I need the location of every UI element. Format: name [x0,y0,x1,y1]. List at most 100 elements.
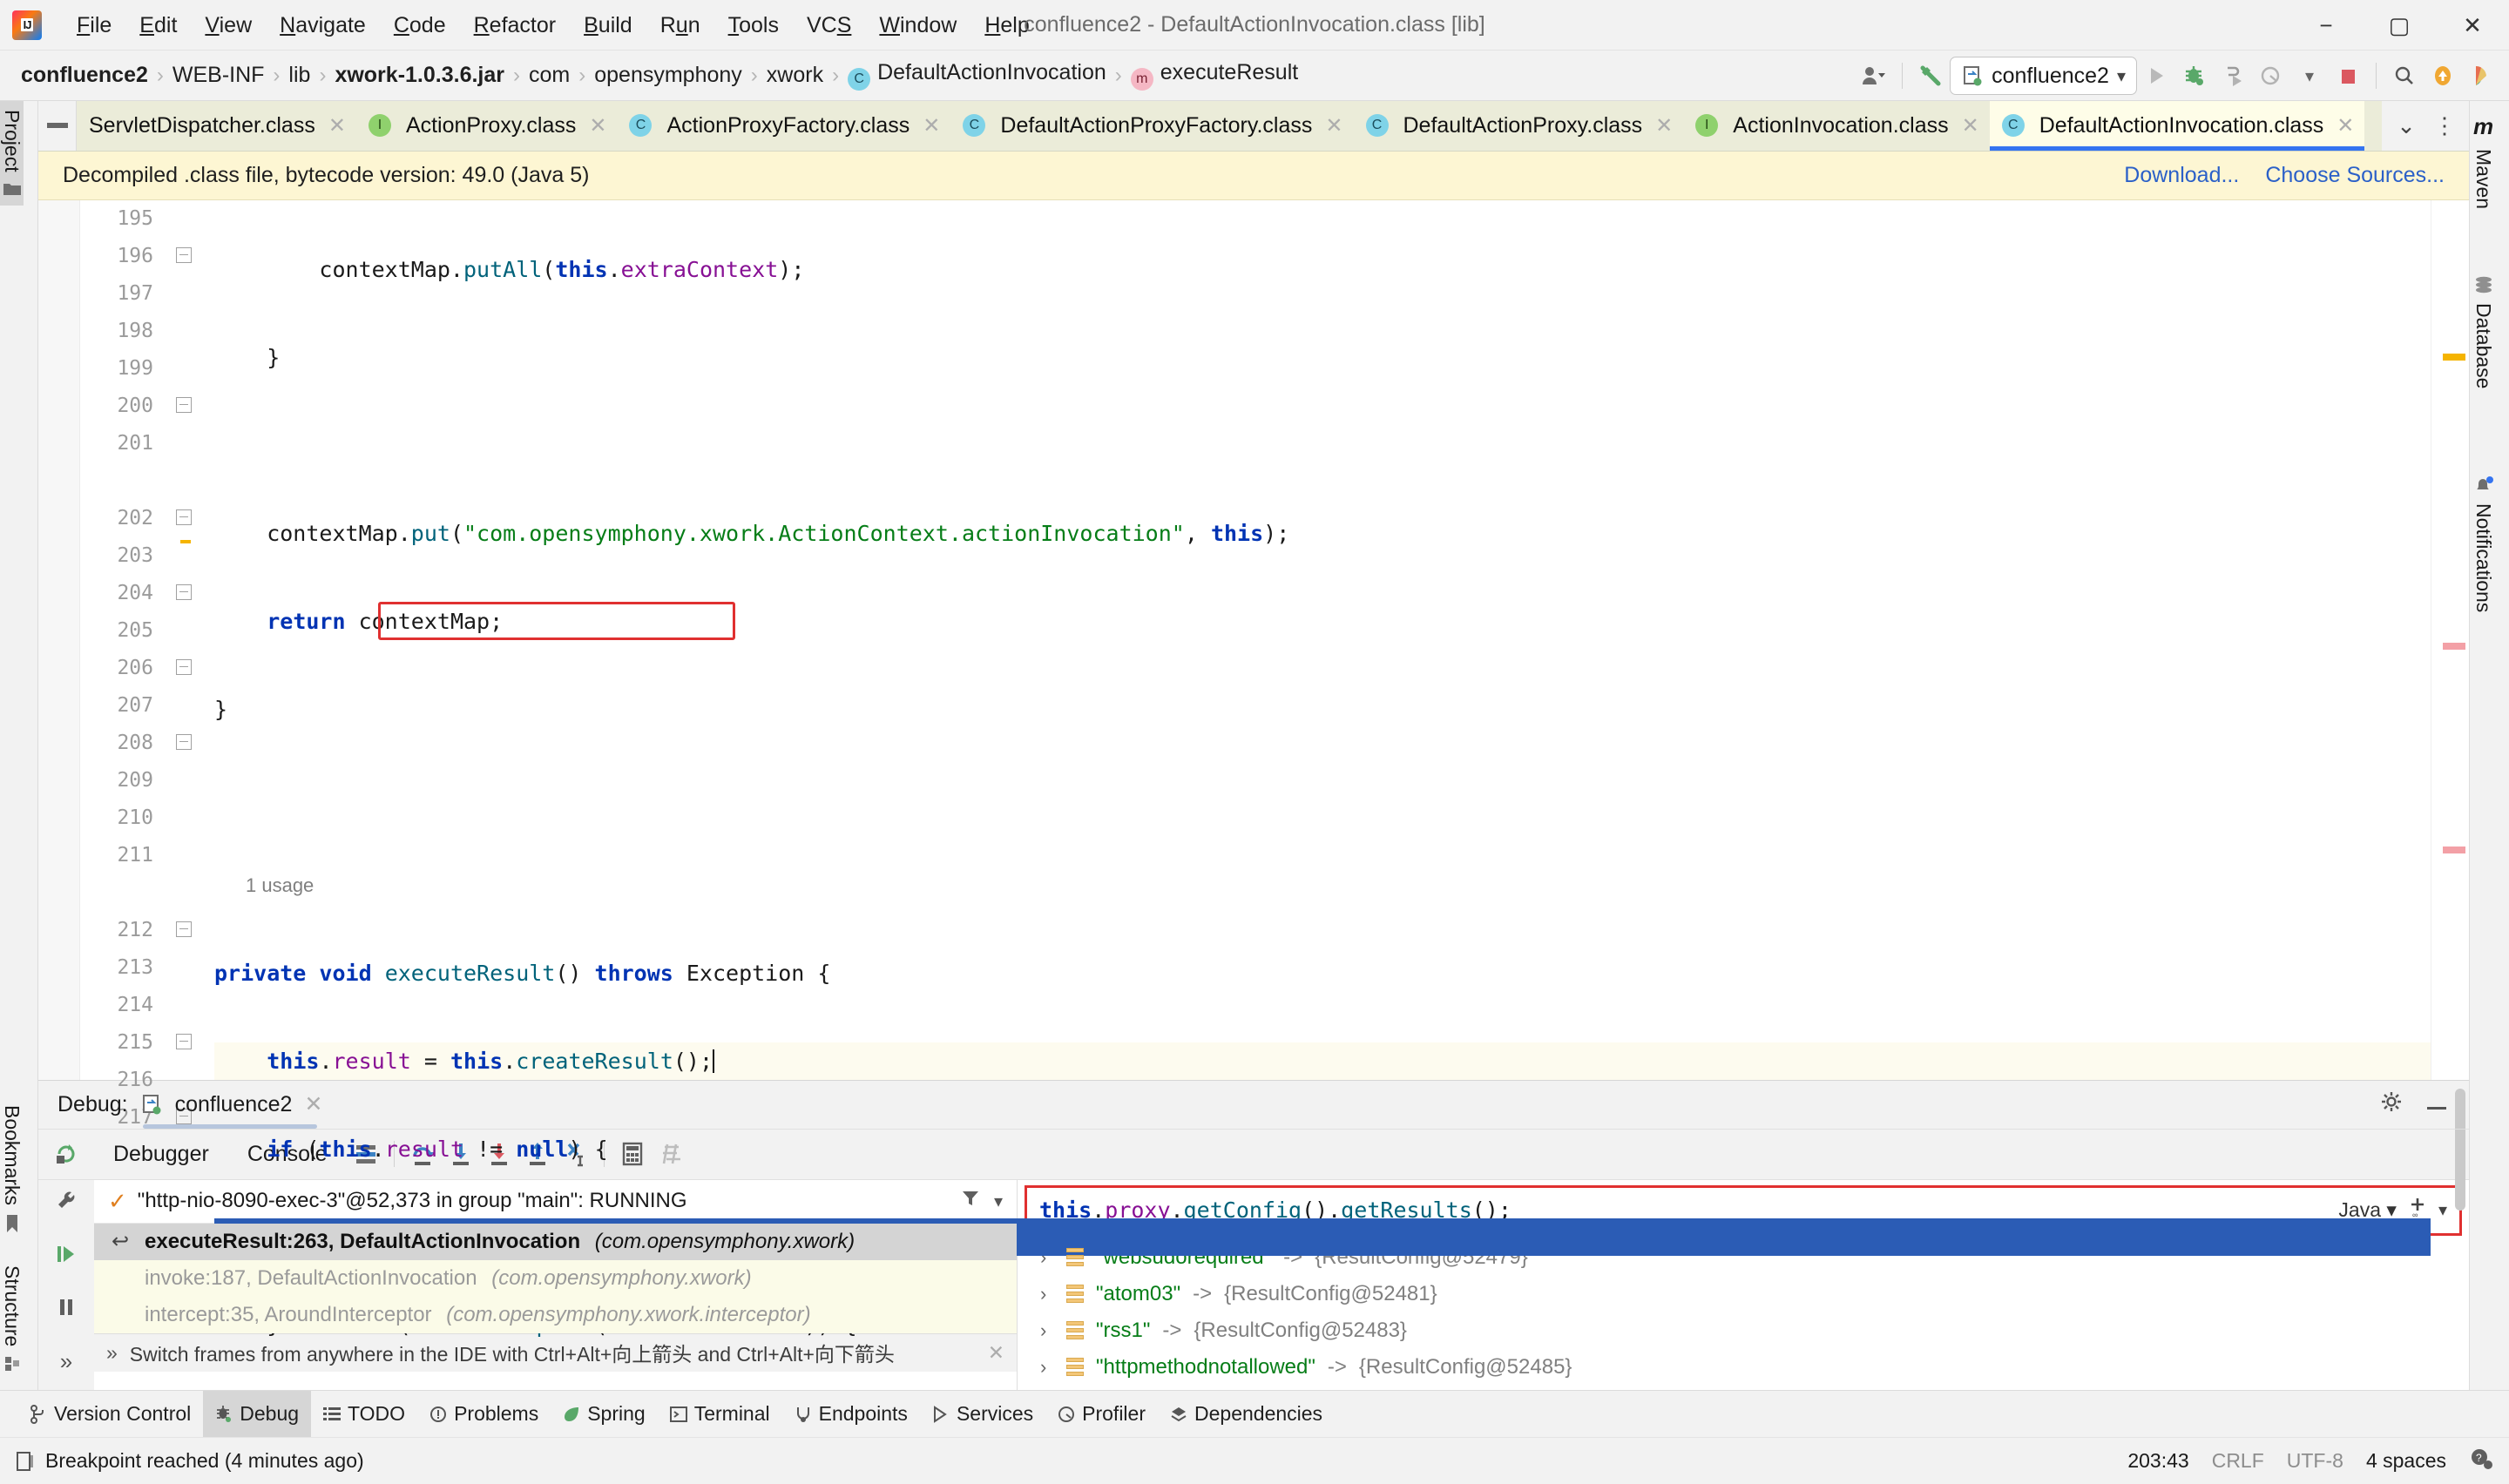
source-code-text[interactable]: contextMap.putAll(this.extraContext); } … [214,200,2431,1426]
menu-navigate[interactable]: Navigate [266,6,380,44]
tool-button-terminal[interactable]: Terminal [658,1391,782,1438]
marker-error[interactable] [2443,846,2465,853]
build-hammer-icon[interactable] [1911,57,1950,95]
run-with-coverage-icon[interactable] [2214,57,2252,95]
tool-button-dependencies[interactable]: Dependencies [1158,1391,1335,1438]
gear-icon[interactable] [2380,1090,2403,1119]
tool-button-version-control[interactable]: Version Control [17,1391,203,1438]
stack-frame-row[interactable]: invoke:187, DefaultActionInvocation (com… [94,1259,1017,1297]
tool-button-todo[interactable]: TODO [311,1391,417,1438]
tool-button-profiler[interactable]: Profiler [1045,1391,1158,1438]
fold-marker[interactable] [176,583,192,600]
marker-warning[interactable] [2443,353,2465,361]
close-icon[interactable]: ✕ [2337,113,2354,138]
profile-dropdown-icon[interactable]: ▾ [2290,57,2329,95]
chevron-down-icon[interactable]: ▾ [2438,1199,2447,1221]
chevron-down-icon[interactable]: ▾ [2117,65,2126,87]
ai-assistant-icon[interactable] [2462,57,2500,95]
editor-tab-actionproxyfactory[interactable]: C ActionProxyFactory.class ✕ [617,101,950,151]
fold-marker[interactable] [176,658,192,675]
indent-setting[interactable]: 4 spaces [2366,1449,2446,1473]
close-icon[interactable]: ✕ [1962,113,1979,138]
tool-button-services[interactable]: Services [920,1391,1045,1438]
breadcrumb-item-1[interactable]: WEB-INF [172,63,265,88]
fold-marker[interactable] [176,509,192,525]
editor-tab-defaultactionproxyfactory[interactable]: C DefaultActionProxyFactory.class ✕ [950,101,1353,151]
tool-button-spring[interactable]: Spring [551,1391,657,1438]
tool-button-endpoints[interactable]: Endpoints [782,1391,920,1438]
download-sources-link[interactable]: Download... [2124,163,2239,188]
tool-button-problems[interactable]: Problems [417,1391,551,1438]
menu-view[interactable]: View [191,6,266,44]
event-log-icon[interactable] [16,1451,35,1472]
fold-marker[interactable] [176,733,192,750]
editor-tab-defaultactioninvocation[interactable]: C DefaultActionInvocation.class ✕ [1989,101,2365,151]
wrench-icon[interactable] [54,1189,78,1219]
menu-help[interactable]: Help [970,6,1043,44]
editor-tab-servletdispatcher[interactable]: ServletDispatcher.class ✕ [77,101,356,151]
menu-code[interactable]: Code [380,6,460,44]
editor-tab-actionproxy[interactable]: I ActionProxy.class ✕ [356,101,618,151]
menu-window[interactable]: Window [865,6,970,44]
stop-icon[interactable] [2329,57,2367,95]
menu-file[interactable]: File [63,6,125,44]
chevron-down-icon[interactable]: ⌄ [2387,106,2425,145]
tab-debugger[interactable]: Debugger [94,1129,228,1179]
menu-build[interactable]: Build [570,6,646,44]
more-options-icon[interactable]: » [60,1348,72,1375]
close-icon[interactable]: ✕ [923,113,940,138]
usage-hint[interactable]: 1 usage [214,867,2431,904]
close-icon[interactable]: ✕ [328,113,346,138]
breadcrumb-item-7[interactable]: C DefaultActionInvocation [848,60,1106,91]
caret-position[interactable]: 203:43 [2127,1449,2188,1473]
debug-session-name[interactable]: confluence2 [175,1092,293,1117]
tool-button-debug[interactable]: Debug [203,1390,312,1438]
editor-tab-defaultactionproxy[interactable]: C DefaultActionProxy.class ✕ [1354,101,1684,151]
stack-frame-row[interactable]: intercept:35, AroundInterceptor (com.ope… [94,1296,1017,1333]
run-configuration-selector[interactable]: confluence2 ▾ [1950,57,2137,95]
breadcrumb-item-4[interactable]: com [529,63,570,88]
close-icon[interactable]: ✕ [1655,113,1673,138]
sidebar-item-bookmarks[interactable]: Bookmarks [0,1096,24,1242]
menu-edit[interactable]: Edit [125,6,191,44]
stack-frame-row[interactable]: ↩ executeResult:263, DefaultActionInvoca… [94,1223,1017,1260]
menu-tools[interactable]: Tools [714,6,793,44]
editor-markup-scrollbar[interactable] [2431,199,2469,1080]
menu-vcs[interactable]: VCS [793,6,865,44]
account-icon[interactable] [1855,57,1893,95]
code-folding-gutter[interactable] [167,199,214,1124]
pause-icon[interactable] [54,1295,78,1325]
fold-marker[interactable] [176,396,192,413]
close-icon[interactable]: ✕ [1325,113,1342,138]
sidebar-item-maven[interactable]: m Maven [2472,105,2495,218]
file-encoding[interactable]: UTF-8 [2287,1449,2343,1473]
close-button[interactable]: ✕ [2436,0,2509,51]
run-icon[interactable] [2137,57,2175,95]
minimize-button[interactable]: − [2289,0,2363,51]
update-project-icon[interactable] [2424,57,2462,95]
maximize-button[interactable]: ▢ [2363,0,2436,51]
marker-error[interactable] [2443,642,2465,650]
close-icon[interactable]: ✕ [589,113,606,138]
menu-refactor[interactable]: Refactor [460,6,571,44]
collapse-tabs-button[interactable] [38,101,77,151]
inspections-icon[interactable]: ? [2469,1447,2493,1475]
code-editor[interactable]: 195 196 197 198 199 200 201 202 203 204 … [38,199,2469,1426]
breadcrumb-item-8[interactable]: m executeResult [1130,60,1298,91]
sidebar-item-structure[interactable]: Structure [0,1257,24,1381]
fold-marker[interactable] [176,1033,192,1049]
minimize-icon[interactable] [2427,1092,2450,1117]
search-everywhere-icon[interactable] [2385,57,2424,95]
fold-marker[interactable] [176,921,192,937]
sidebar-item-project[interactable]: Project [0,101,24,206]
fold-marker[interactable] [176,246,192,263]
breadcrumb-item-6[interactable]: xwork [767,63,823,88]
resume-icon[interactable] [54,1242,78,1272]
close-icon[interactable]: ✕ [304,1091,322,1117]
breadcrumb-item-2[interactable]: lib [288,63,310,88]
profile-icon[interactable] [2252,57,2290,95]
menu-run[interactable]: Run [646,6,714,44]
editor-annotation-gutter[interactable] [38,199,80,1080]
debug-icon[interactable] [2175,57,2214,95]
choose-sources-link[interactable]: Choose Sources... [2265,163,2445,188]
